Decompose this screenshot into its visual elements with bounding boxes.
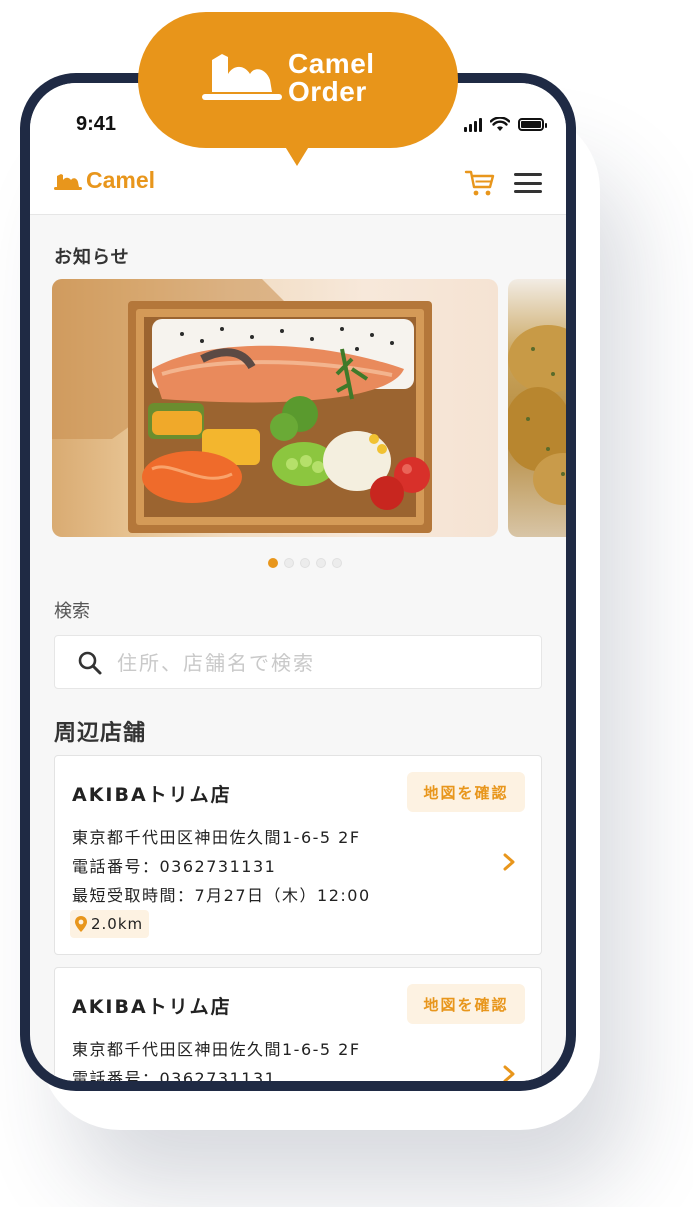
carousel-slide-potato[interactable]: [508, 279, 566, 537]
store-pickup-time: 最短受取時間：7月27日（木）12:00: [72, 886, 371, 905]
notice-carousel[interactable]: [52, 279, 566, 537]
chevron-right-icon[interactable]: [501, 852, 517, 872]
view-map-button[interactable]: 地図を確認: [407, 772, 525, 812]
store-card[interactable]: AKIBAトリム店 地図を確認 東京都千代田区神田佐久間1-6-5 2F 電話番…: [54, 755, 542, 955]
hamburger-menu-icon[interactable]: [514, 170, 542, 196]
battery-icon: [518, 118, 547, 131]
store-phone: 電話番号：0362731131: [72, 857, 277, 876]
camel-logo-icon: [54, 173, 82, 190]
search-box[interactable]: [54, 635, 542, 689]
badge-line-order: Order: [288, 76, 367, 107]
search-icon: [78, 651, 102, 675]
status-time: 9:41: [76, 113, 117, 135]
store-card[interactable]: AKIBAトリム店 地図を確認 東京都千代田区神田佐久間1-6-5 2F 電話番…: [54, 967, 542, 1081]
notice-title: お知らせ: [54, 247, 130, 268]
nearby-stores-title: 周辺店舗: [54, 721, 147, 746]
badge-line-camel: Camel: [288, 48, 375, 79]
store-address: 東京都千代田区神田佐久間1-6-5 2F: [72, 828, 361, 847]
carousel-dot[interactable]: [316, 558, 326, 568]
cart-icon[interactable]: [464, 167, 496, 199]
carousel-dot[interactable]: [332, 558, 342, 568]
view-map-button[interactable]: 地図を確認: [407, 984, 525, 1024]
phone-frame: 9:41 Camel お知らせ 検索 住所、店舗名で検索 周辺店舗 AKIBAト…: [20, 73, 576, 1091]
status-icons: [464, 117, 547, 132]
store-name: AKIBAトリム店: [72, 784, 232, 806]
camel-logo[interactable]: Camel: [54, 167, 155, 194]
salmon-bento-image: [52, 279, 432, 533]
badge-tail: [281, 140, 313, 166]
search-label: 検索: [54, 601, 90, 622]
carousel-dot[interactable]: [268, 558, 278, 568]
search-input[interactable]: [117, 644, 517, 682]
store-address: 東京都千代田区神田佐久間1-6-5 2F: [72, 1040, 361, 1059]
store-phone: 電話番号：0362731131: [72, 1069, 277, 1081]
wifi-icon: [490, 117, 510, 131]
carousel-dot[interactable]: [300, 558, 310, 568]
phone-screen: 9:41 Camel お知らせ 検索 住所、店舗名で検索 周辺店舗 AKIBAト…: [30, 83, 566, 1081]
distance-badge: 2.0km: [70, 910, 150, 938]
chevron-right-icon[interactable]: [501, 1064, 517, 1081]
camel-order-badge: Camel Order: [138, 12, 458, 148]
distance-text: 2.0km: [91, 915, 144, 933]
carousel-pagination: [268, 558, 342, 568]
carousel-slide-bento[interactable]: [52, 279, 498, 537]
store-name: AKIBAトリム店: [72, 996, 232, 1018]
roasted-potato-image: [508, 325, 566, 505]
cellular-signal-icon: [464, 117, 482, 132]
badge-text: Camel Order: [288, 50, 375, 106]
camel-logo-icon: [202, 54, 282, 100]
logo-text: Camel: [86, 167, 156, 193]
carousel-dot[interactable]: [284, 558, 294, 568]
location-pin-icon: [75, 916, 87, 932]
